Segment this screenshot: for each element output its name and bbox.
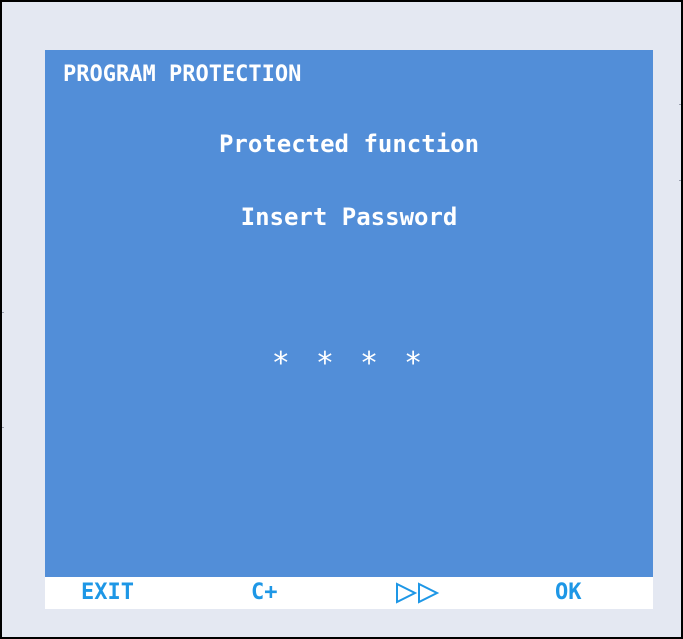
softkey-bar: EXIT C+ OK <box>45 577 653 609</box>
display-screen: PROGRAM PROTECTION Protected function In… <box>45 50 653 577</box>
exit-button[interactable]: EXIT <box>81 577 134 609</box>
c-plus-button[interactable]: C+ <box>251 577 278 609</box>
ok-button[interactable]: OK <box>555 577 582 609</box>
double-play-right-icon <box>396 582 440 604</box>
next-button[interactable] <box>395 577 441 609</box>
edge-tick <box>2 427 4 428</box>
device-panel: PROGRAM PROTECTION Protected function In… <box>0 0 683 639</box>
screen-title: PROGRAM PROTECTION <box>63 62 302 87</box>
protected-message: Protected function <box>218 130 480 158</box>
edge-tick <box>2 312 4 313</box>
password-field[interactable]: * * * * <box>45 346 653 381</box>
edge-tick <box>679 180 681 181</box>
insert-password-prompt: Insert Password <box>240 203 458 231</box>
edge-tick <box>679 104 681 105</box>
